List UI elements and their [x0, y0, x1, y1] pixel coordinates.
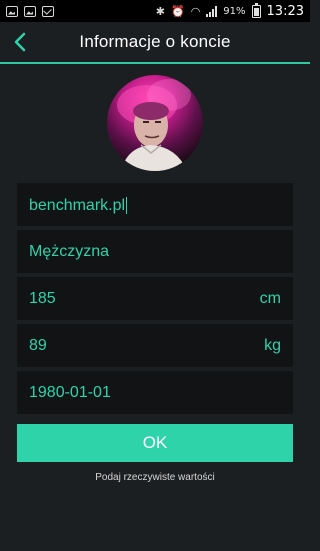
wifi-icon: ◠ — [190, 4, 201, 18]
birthdate-field[interactable]: 1980-01-01 — [17, 371, 293, 414]
battery-percent: 91% — [223, 5, 246, 17]
height-field[interactable]: 185 cm — [17, 277, 293, 320]
app-header: Informacje o koncie — [0, 22, 310, 64]
image-icon — [24, 5, 36, 17]
birthdate-value: 1980-01-01 — [29, 383, 111, 401]
mail-icon — [42, 5, 54, 17]
height-value: 185 — [29, 289, 56, 307]
avatar[interactable] — [107, 75, 203, 171]
height-unit: cm — [259, 289, 281, 307]
username-value: benchmark.pl — [29, 196, 128, 214]
hint-text: Podaj rzeczywiste wartości — [95, 472, 215, 483]
gender-field[interactable]: Mężczyzna — [17, 230, 293, 273]
weight-unit: kg — [264, 336, 281, 354]
ok-button-label: OK — [142, 433, 168, 452]
status-bar: ✱ ⏰ ◠ 91% 13:23 — [0, 0, 310, 22]
page-title: Informacje o koncie — [79, 32, 231, 51]
text-cursor — [126, 196, 128, 214]
alarm-icon: ⏰ — [170, 4, 185, 18]
back-button[interactable] — [8, 30, 32, 54]
clock: 13:23 — [266, 3, 304, 19]
username-field[interactable]: benchmark.pl — [17, 183, 293, 226]
weight-value: 89 — [29, 336, 47, 354]
ok-button[interactable]: OK — [17, 424, 293, 462]
status-bar-left — [6, 5, 54, 17]
chevron-left-icon — [14, 32, 26, 52]
signal-icon — [206, 5, 218, 17]
image-icon — [6, 5, 18, 17]
bluetooth-icon: ✱ — [155, 4, 165, 18]
battery-icon — [251, 2, 261, 18]
avatar-photo — [117, 79, 191, 171]
weight-field[interactable]: 89 kg — [17, 324, 293, 367]
gender-value: Mężczyzna — [29, 242, 110, 260]
status-bar-right: ✱ ⏰ ◠ 91% 13:23 — [155, 2, 304, 19]
